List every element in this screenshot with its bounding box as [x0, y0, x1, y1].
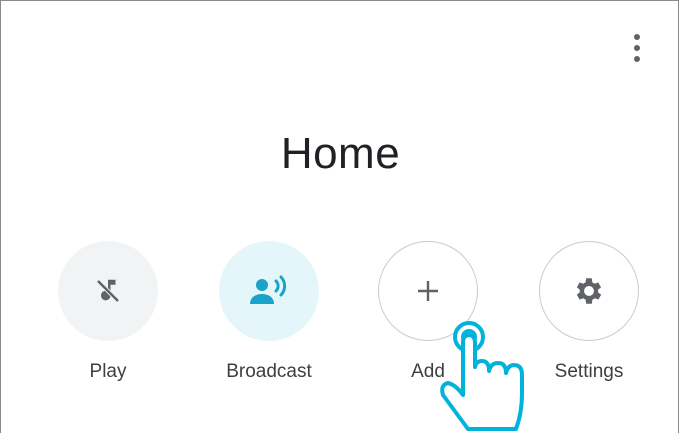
settings-action[interactable]: Settings [524, 241, 654, 383]
app-window: Home Play Broadcast Add Settings [0, 0, 679, 433]
broadcast-action[interactable]: Broadcast [204, 241, 334, 383]
broadcast-icon [250, 275, 287, 304]
more-vert-icon-dot [634, 56, 640, 62]
broadcast-label: Broadcast [226, 361, 312, 382]
more-options-button[interactable] [621, 26, 653, 70]
gear-icon [576, 278, 602, 304]
play-button[interactable] [58, 241, 158, 341]
settings-label: Settings [554, 361, 624, 382]
add-icon [418, 281, 438, 301]
music-off-icon [96, 279, 120, 303]
broadcast-button[interactable] [219, 241, 319, 341]
more-vert-icon [634, 34, 640, 40]
more-vert-icon-dot [634, 45, 640, 51]
page-title: Home [280, 129, 401, 178]
play-label: Play [89, 361, 127, 382]
tap-pointer-icon [440, 321, 524, 431]
settings-button[interactable] [539, 241, 639, 341]
play-action[interactable]: Play [43, 241, 173, 383]
